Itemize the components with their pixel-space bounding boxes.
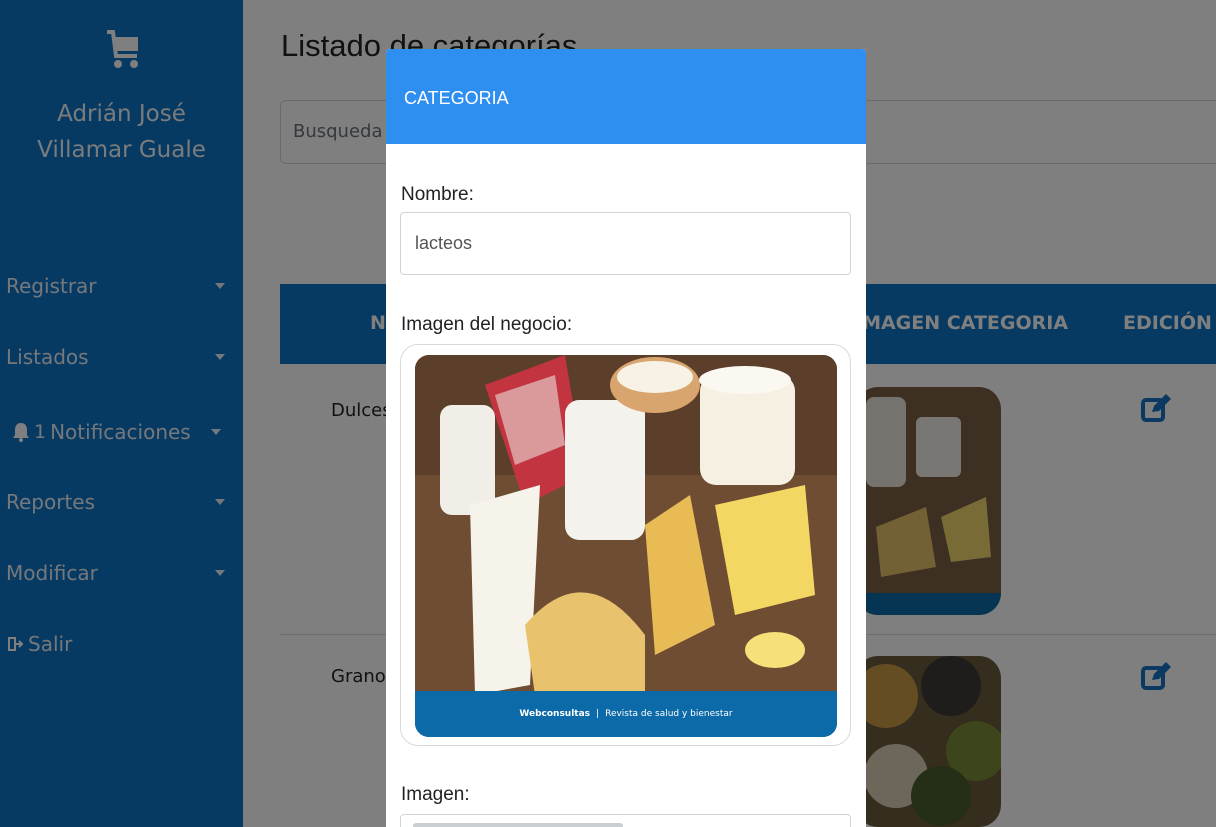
caption-text: Revista de salud y bienestar	[605, 709, 733, 719]
file-label: Imagen:	[401, 784, 470, 805]
image-label: Imagen del negocio:	[401, 314, 573, 335]
image-preview-frame: Webconsultas | Revista de salud y bienes…	[400, 344, 851, 746]
name-label: Nombre:	[401, 184, 474, 205]
caption-brand: Webconsultas	[519, 709, 591, 719]
image-caption-banner: Webconsultas | Revista de salud y bienes…	[415, 691, 837, 737]
name-field[interactable]	[400, 212, 851, 275]
choose-file-button[interactable]	[413, 823, 623, 827]
category-modal: CATEGORIA Nombre: Imagen del negocio:	[386, 49, 866, 827]
modal-title: CATEGORIA	[386, 49, 866, 144]
image-file-input[interactable]	[400, 814, 851, 827]
category-image-preview: Webconsultas | Revista de salud y bienes…	[415, 355, 837, 737]
